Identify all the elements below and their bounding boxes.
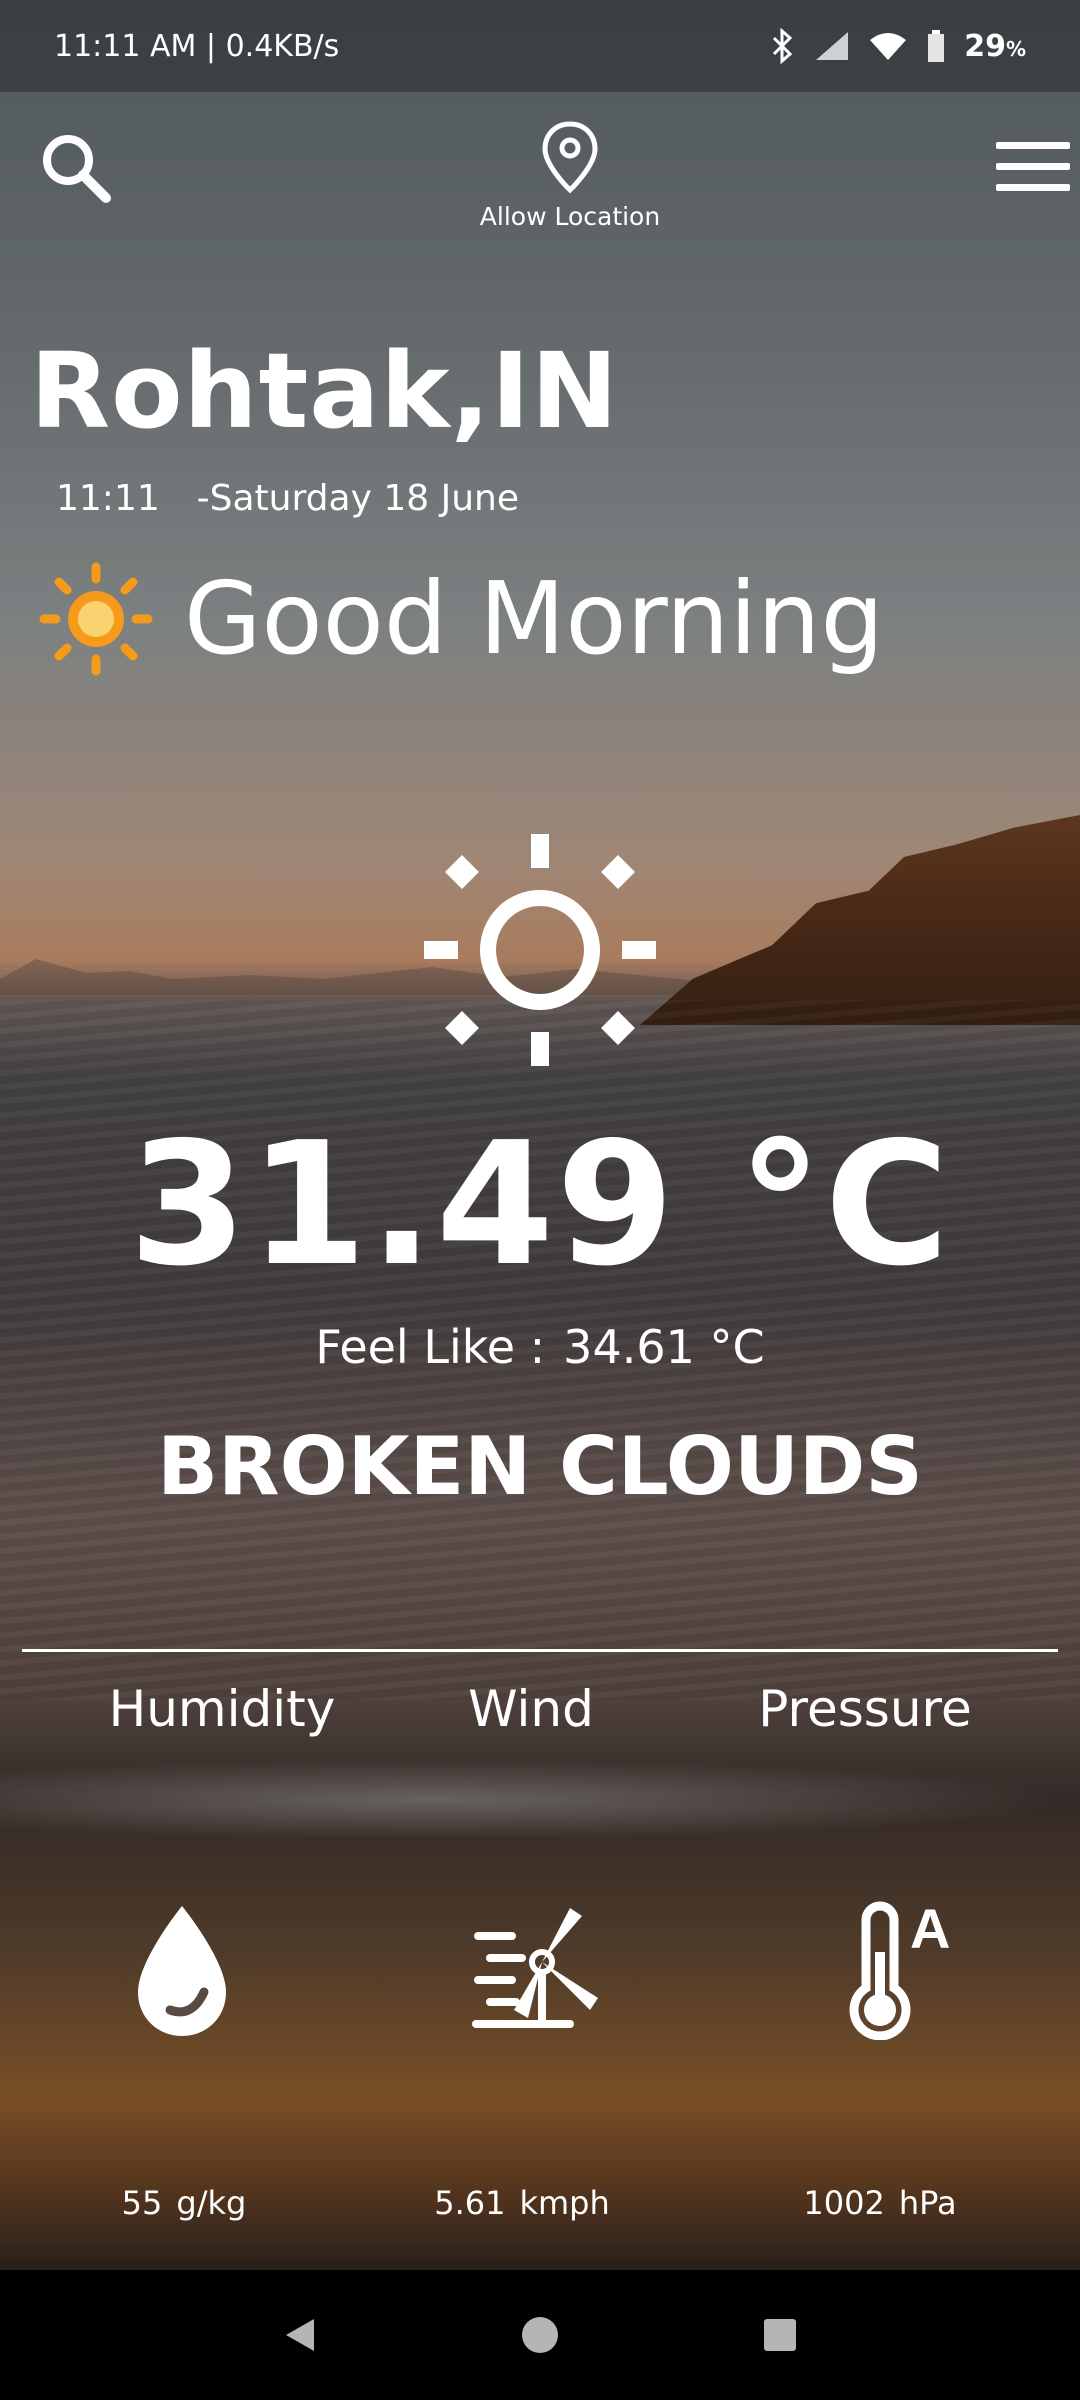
status-icons: 29% — [770, 28, 1026, 64]
bluetooth-icon — [773, 28, 793, 64]
search-icon — [43, 135, 111, 203]
sun-icon — [39, 562, 153, 675]
navigation-bar — [0, 2270, 1080, 2400]
weather-description: BROKEN CLOUDS — [157, 1420, 923, 1513]
recents-icon — [764, 2319, 796, 2351]
home-button[interactable] — [510, 2305, 570, 2365]
feels-like-value: 34.61 °C — [563, 1320, 765, 1374]
wind-turbine-icon — [472, 1908, 598, 2028]
city-name: Rohtak,IN — [30, 330, 619, 452]
greeting-row: Good Morning — [38, 560, 884, 677]
wind-label: Wind — [468, 1680, 594, 1738]
home-icon — [522, 2317, 558, 2353]
status-bar: 11:11 AM | 0.4KB/s 29% — [0, 0, 1080, 92]
pressure-value: 1002 hPa — [803, 2184, 957, 2222]
back-button[interactable] — [270, 2305, 330, 2365]
location-pin-icon — [542, 121, 598, 194]
feels-like: Feel Like : 34.61 °C — [0, 1320, 1080, 1374]
recents-button[interactable] — [750, 2305, 810, 2365]
battery-icon — [928, 30, 945, 62]
feels-like-label: Feel Like : — [315, 1320, 546, 1374]
humidity-label: Humidity — [108, 1680, 336, 1738]
current-time: 11:11 — [56, 478, 160, 519]
current-date: -Saturday 18 June — [196, 478, 519, 519]
menu-button[interactable] — [996, 142, 1070, 202]
temperature: 31.49 °C — [128, 1106, 952, 1304]
allow-location-label: Allow Location — [479, 202, 661, 231]
humidity-value: 55 g/kg — [121, 2184, 247, 2222]
sun-outline-icon — [424, 834, 656, 1066]
allow-location-button[interactable]: Allow Location — [460, 120, 680, 231]
greeting-text: Good Morning — [184, 560, 884, 677]
wind-value: 5.61 kmph — [434, 2184, 610, 2222]
status-time: 11:11 AM | 0.4KB/s — [54, 28, 340, 64]
wifi-icon — [870, 33, 907, 60]
pressure-label: Pressure — [758, 1680, 972, 1738]
search-button[interactable] — [36, 128, 116, 208]
battery-percent: 29% — [964, 28, 1026, 64]
svg-text:A: A — [910, 1900, 950, 1960]
signal-icon — [816, 32, 849, 60]
hamburger-menu-icon — [996, 142, 1070, 149]
back-icon — [286, 2319, 314, 2351]
top-bar: Allow Location — [0, 120, 1080, 250]
water-drop-icon — [138, 1906, 226, 2036]
divider — [22, 1649, 1058, 1652]
thermometer-icon: A — [849, 1900, 950, 2040]
date-time: 11:11 -Saturday 18 June — [56, 478, 519, 519]
